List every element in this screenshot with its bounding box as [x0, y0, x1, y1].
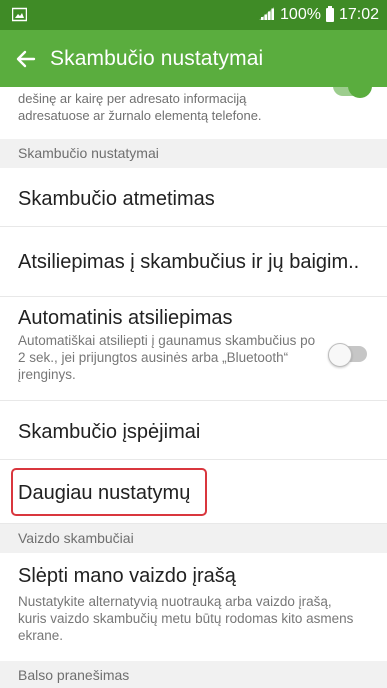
clock: 17:02: [338, 6, 379, 23]
setting-item-call-alerts[interactable]: Skambučio įspėjimai: [0, 401, 387, 460]
image-icon: [11, 7, 28, 22]
setting-description: Nustatykite alternatyvią nuotrauką arba …: [18, 594, 354, 643]
status-indicators: 100% 17:02: [257, 5, 379, 25]
app-bar: Skambučio nustatymai: [0, 30, 387, 87]
battery-percentage: 100%: [280, 6, 321, 23]
setting-description: Automatiškai atsiliepti į gaunamus skamb…: [18, 333, 316, 382]
setting-label: Skambučio įspėjimai: [18, 421, 201, 443]
toggle-switch-on[interactable]: [333, 87, 372, 98]
partial-setting-item[interactable]: dešinę ar kairę per adresato informaciją…: [0, 87, 387, 139]
setting-item-call-rejection[interactable]: Skambučio atmetimas: [0, 168, 387, 227]
section-header-voicemail: Balso pranešimas: [0, 661, 387, 688]
highlight-frame: [11, 468, 207, 516]
setting-item-hide-my-video[interactable]: Slėpti mano vaizdo įrašą Nustatykite alt…: [0, 553, 387, 655]
toggle-switch-off[interactable]: [328, 343, 367, 367]
setting-label: Automatinis atsiliepimas: [18, 307, 233, 329]
setting-description: dešinę ar kairę per adresato informaciją…: [18, 91, 262, 123]
setting-label: Slėpti mano vaizdo įrašą: [18, 565, 236, 587]
section-header-video-calls: Vaizdo skambučiai: [0, 524, 387, 553]
status-bar: 100% 17:02: [0, 0, 387, 30]
setting-label: Skambučio atmetimas: [18, 188, 215, 210]
page-title: Skambučio nustatymai: [50, 46, 264, 70]
section-header-call-settings: Skambučio nustatymai: [0, 139, 387, 168]
battery-icon: [325, 6, 334, 22]
setting-label: Atsiliepimas į skambučius ir jų baigim..: [18, 251, 360, 273]
settings-list[interactable]: dešinę ar kairę per adresato informaciją…: [0, 87, 387, 688]
setting-item-auto-answer[interactable]: Automatinis atsiliepimas Automatiškai at…: [0, 297, 387, 401]
back-button[interactable]: [4, 30, 48, 87]
signal-icon: [257, 6, 275, 25]
setting-item-answering-ending-calls[interactable]: Atsiliepimas į skambučius ir jų baigim..: [0, 227, 387, 297]
back-arrow-icon: [16, 50, 36, 67]
